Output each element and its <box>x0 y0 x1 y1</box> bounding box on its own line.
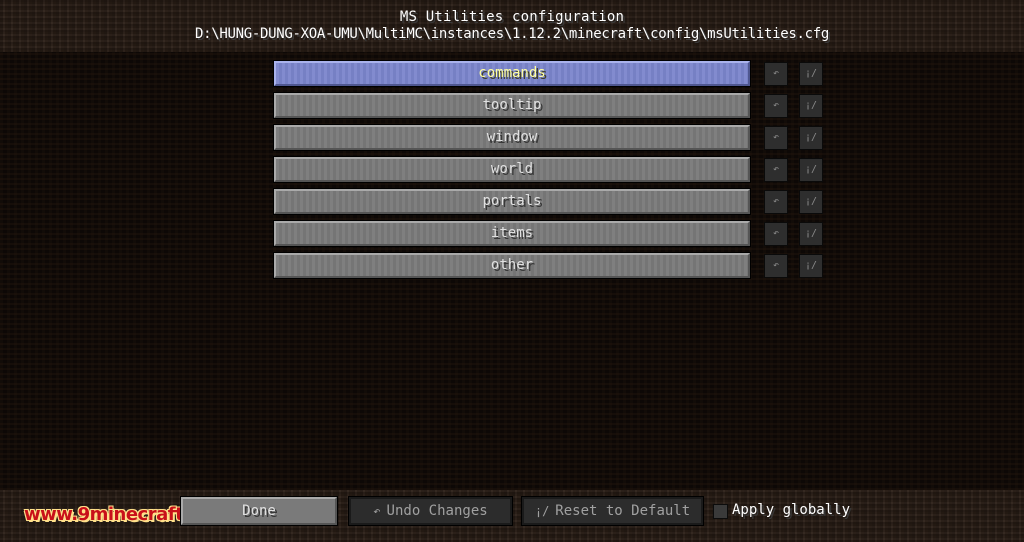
category-row-other: other ↶ ¡/ <box>0 252 1024 279</box>
page-title: MS Utilities configuration <box>399 9 625 25</box>
reset-default-icon[interactable]: ¡/ <box>799 158 823 182</box>
category-row-tooltip: tooltip ↶ ¡/ <box>0 92 1024 119</box>
apply-globally-checkbox[interactable] <box>713 504 728 519</box>
reset-default-icon[interactable]: ¡/ <box>799 222 823 246</box>
reset-default-icon[interactable]: ¡/ <box>799 94 823 118</box>
undo-changes-button[interactable]: ↶ Undo Changes <box>348 496 513 526</box>
undo-icon[interactable]: ↶ <box>764 126 788 150</box>
undo-changes-label: Undo Changes <box>386 503 488 519</box>
reset-default-icon[interactable]: ¡/ <box>799 254 823 278</box>
undo-icon[interactable]: ↶ <box>764 222 788 246</box>
category-row-items: items ↶ ¡/ <box>0 220 1024 247</box>
reset-default-icon[interactable]: ¡/ <box>799 126 823 150</box>
category-row-world: world ↶ ¡/ <box>0 156 1024 183</box>
reset-default-icon[interactable]: ¡/ <box>799 190 823 214</box>
category-button-portals[interactable]: portals <box>273 188 751 215</box>
apply-globally-label[interactable]: Apply globally <box>732 502 850 518</box>
category-button-commands[interactable]: commands <box>273 60 751 87</box>
category-row-commands: commands ↶ ¡/ <box>0 60 1024 87</box>
category-row-window: window ↶ ¡/ <box>0 124 1024 151</box>
done-button[interactable]: Done <box>180 496 338 526</box>
reset-to-default-label: Reset to Default <box>555 503 691 519</box>
reset-default-icon: ¡/ <box>534 504 550 518</box>
undo-icon: ↶ <box>373 504 381 518</box>
undo-icon[interactable]: ↶ <box>764 94 788 118</box>
category-button-tooltip[interactable]: tooltip <box>273 92 751 119</box>
undo-icon[interactable]: ↶ <box>764 62 788 86</box>
reset-default-icon[interactable]: ¡/ <box>799 62 823 86</box>
config-file-path: D:\HUNG-DUNG-XOA-UMU\MultiMC\instances\1… <box>194 26 830 42</box>
category-button-window[interactable]: window <box>273 124 751 151</box>
header: MS Utilities configuration D:\HUNG-DUNG-… <box>0 0 1024 52</box>
category-button-other[interactable]: other <box>273 252 751 279</box>
undo-icon[interactable]: ↶ <box>764 254 788 278</box>
footer: www.9minecraft.net Done ↶ Undo Changes ¡/… <box>0 490 1024 542</box>
category-list[interactable]: commands ↶ ¡/ tooltip ↶ ¡/ window ↶ ¡/ w… <box>0 52 1024 490</box>
category-row-portals: portals ↶ ¡/ <box>0 188 1024 215</box>
undo-icon[interactable]: ↶ <box>764 158 788 182</box>
category-button-world[interactable]: world <box>273 156 751 183</box>
reset-to-default-button[interactable]: ¡/ Reset to Default <box>521 496 704 526</box>
category-button-items[interactable]: items <box>273 220 751 247</box>
undo-icon[interactable]: ↶ <box>764 190 788 214</box>
